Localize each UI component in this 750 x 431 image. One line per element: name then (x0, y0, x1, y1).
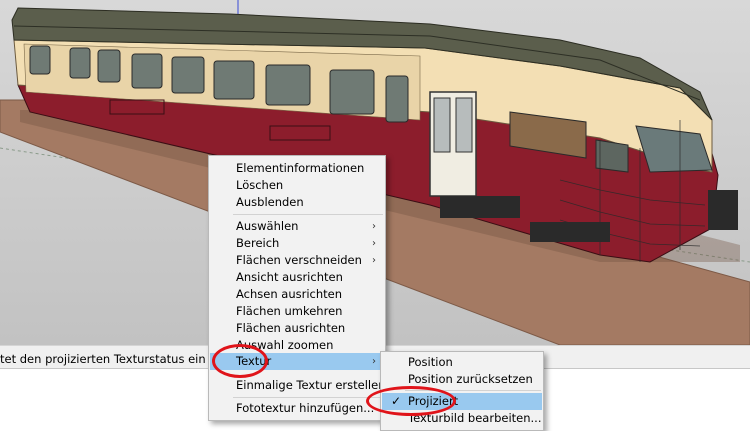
menu-item-fototextur-hinzufuegen[interactable]: Fototextur hinzufügen... (210, 400, 384, 417)
submenu-item-position[interactable]: Position (382, 354, 542, 371)
menu-item-ansicht-ausrichten[interactable]: Ansicht ausrichten (210, 269, 384, 286)
context-menu: Elementinformationen Löschen Ausblenden … (208, 155, 386, 421)
submenu-arrow-icon: › (372, 255, 376, 266)
menu-separator (233, 397, 383, 398)
menu-item-einmalige-textur-erstellen[interactable]: Einmalige Textur erstellen (210, 377, 385, 394)
menu-item-achsen-ausrichten[interactable]: Achsen ausrichten (210, 286, 384, 303)
submenu-arrow-icon: › (372, 221, 376, 232)
annotation-circle-projiziert (366, 386, 456, 416)
menu-item-bereich[interactable]: Bereich › (210, 235, 384, 252)
menu-item-ausblenden[interactable]: Ausblenden (210, 194, 384, 211)
menu-item-flaechen-verschneiden[interactable]: Flächen verschneiden › (210, 252, 384, 269)
submenu-arrow-icon: › (372, 356, 376, 367)
menu-item-flaechen-umkehren[interactable]: Flächen umkehren (210, 303, 384, 320)
menu-item-loeschen[interactable]: Löschen (210, 177, 384, 194)
menu-separator (233, 214, 383, 215)
submenu-arrow-icon: › (372, 238, 376, 249)
menu-item-elementinformationen[interactable]: Elementinformationen (210, 160, 384, 177)
annotation-circle-textur (212, 344, 268, 378)
menu-item-auswaehlen[interactable]: Auswählen › (210, 218, 384, 235)
menu-item-flaechen-ausrichten[interactable]: Flächen ausrichten (210, 320, 384, 337)
